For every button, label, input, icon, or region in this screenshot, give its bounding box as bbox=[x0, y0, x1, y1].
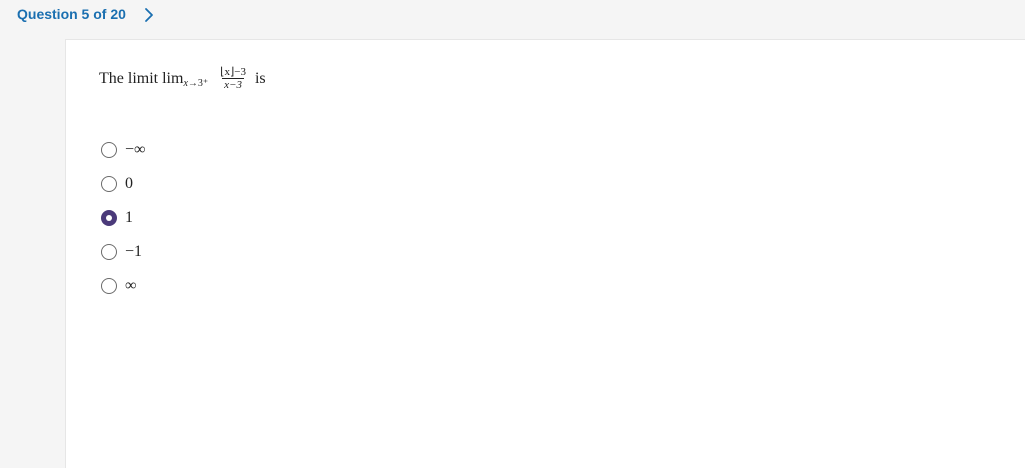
limit-fraction: ⌊x⌋−3 x−3 bbox=[218, 66, 248, 91]
top-bar: Question 5 of 20 bbox=[0, 0, 1025, 39]
question-counter: Question 5 of 20 bbox=[17, 6, 126, 22]
answer-option[interactable]: −1 bbox=[101, 235, 145, 269]
fraction-denominator: x−3 bbox=[222, 78, 244, 91]
prompt-prefix: The limit lim bbox=[99, 69, 184, 87]
answer-option[interactable]: −∞ bbox=[101, 133, 145, 167]
limit-subscript: x→3⁺ bbox=[183, 78, 208, 89]
next-question-button[interactable] bbox=[140, 5, 158, 25]
answer-label: 1 bbox=[125, 209, 133, 226]
fraction-numerator: ⌊x⌋−3 bbox=[220, 66, 246, 78]
answer-label: 0 bbox=[125, 175, 133, 192]
answer-label: −1 bbox=[125, 243, 143, 260]
radio-button[interactable] bbox=[101, 278, 117, 294]
answer-options: −∞ 0 1 −1 ∞ bbox=[101, 133, 145, 303]
question-prompt: The limit lim x→3⁺ ⌊x⌋−3 x−3 is bbox=[99, 66, 266, 91]
answer-label: ∞ bbox=[125, 277, 137, 294]
question-panel: The limit lim x→3⁺ ⌊x⌋−3 x−3 is −∞ 0 1 −… bbox=[65, 39, 1025, 468]
answer-option[interactable]: 0 bbox=[101, 167, 145, 201]
chevron-right-icon bbox=[145, 8, 153, 22]
answer-option[interactable]: ∞ bbox=[101, 269, 145, 303]
radio-button[interactable] bbox=[101, 244, 117, 260]
radio-button[interactable] bbox=[101, 142, 117, 158]
answer-label: −∞ bbox=[125, 141, 146, 158]
prompt-suffix: is bbox=[254, 69, 266, 87]
limit-subscript-rest: →3⁺ bbox=[187, 78, 209, 89]
answer-option[interactable]: 1 bbox=[101, 201, 145, 235]
radio-button[interactable] bbox=[101, 210, 117, 226]
radio-button[interactable] bbox=[101, 176, 117, 192]
